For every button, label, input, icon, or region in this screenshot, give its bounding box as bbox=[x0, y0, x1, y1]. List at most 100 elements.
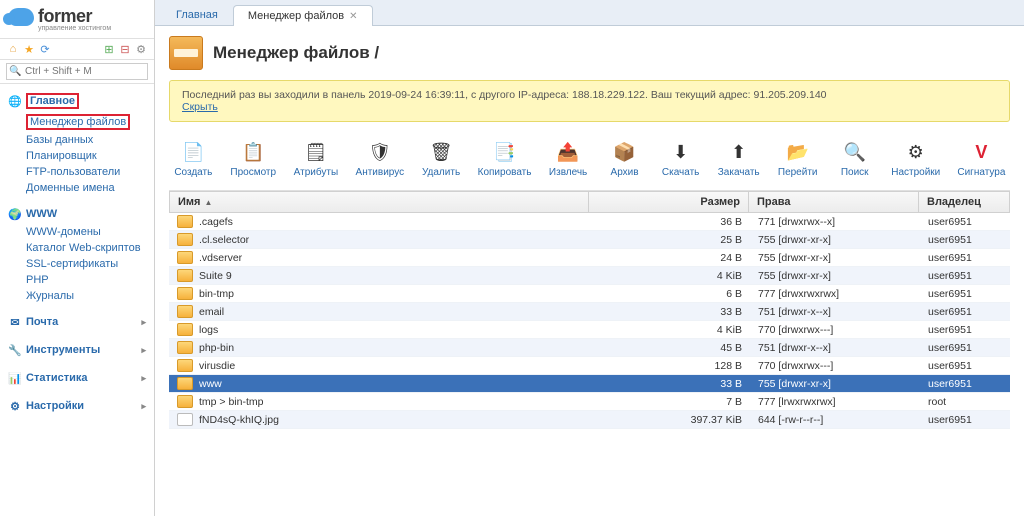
folder-icon bbox=[177, 377, 193, 390]
table-body: .cagefs36 B771 [drwxrwx--x]user6951.cl.s… bbox=[169, 213, 1010, 429]
table-row[interactable]: bin-tmp6 B777 [drwxrwxrwx]user6951 bbox=[169, 285, 1010, 303]
nav-www: 🌍 WWW WWW-домены Каталог Web-скриптов SS… bbox=[0, 204, 154, 304]
file-owner: user6951 bbox=[920, 214, 1010, 230]
download-icon: ⬇ bbox=[669, 140, 693, 164]
nav-stats-label: Статистика bbox=[26, 372, 88, 384]
nav-item-filemanager[interactable]: Менеджер файлов bbox=[20, 112, 154, 132]
tool-attrs[interactable]: 🗒Атрибуты bbox=[289, 138, 343, 180]
table-row[interactable]: virusdie128 B770 [drwxrwx---]user6951 bbox=[169, 357, 1010, 375]
tool-goto[interactable]: 📂Перейти bbox=[773, 138, 823, 180]
file-name: bin-tmp bbox=[199, 288, 234, 300]
search-input[interactable] bbox=[6, 63, 148, 80]
file-owner: user6951 bbox=[920, 232, 1010, 248]
tool-extract[interactable]: 📤Извлечь bbox=[544, 138, 593, 180]
nav-main-head[interactable]: 🌐 Главное bbox=[0, 90, 154, 112]
nav-www-head[interactable]: 🌍 WWW bbox=[0, 204, 154, 224]
tool-archive[interactable]: 📦Архив bbox=[601, 138, 649, 180]
file-perm: 644 [-rw-r--r--] bbox=[750, 412, 920, 428]
nav-tools-head[interactable]: 🔧 Инструменты ▸ bbox=[0, 340, 154, 360]
nav-item-php[interactable]: PHP bbox=[20, 272, 154, 288]
settings-tool-icon: ⚙ bbox=[904, 140, 928, 164]
tab-home[interactable]: Главная bbox=[161, 4, 233, 25]
search-tool-icon: 🔍 bbox=[843, 140, 867, 164]
tool-view[interactable]: 📋Просмотр bbox=[226, 138, 281, 180]
nav-settings-head[interactable]: ⚙ Настройки ▸ bbox=[0, 396, 154, 416]
table-row[interactable]: tmp > bin-tmp7 B777 [lrwxrwxrwx]root bbox=[169, 393, 1010, 411]
content: Менеджер файлов / Последний раз вы заход… bbox=[155, 26, 1024, 516]
file-perm: 755 [drwxr-xr-x] bbox=[750, 376, 920, 392]
table-header: Имя ▲ Размер Права Владелец bbox=[169, 191, 1010, 213]
tool-delete[interactable]: 🗑Удалить bbox=[417, 138, 466, 180]
tool-settings[interactable]: ⚙Настройки bbox=[887, 138, 945, 180]
tool-copy[interactable]: 📑Копировать bbox=[473, 138, 535, 180]
file-perm: 771 [drwxrwx--x] bbox=[750, 214, 920, 230]
table-row[interactable]: .vdserver24 B755 [drwxr-xr-x]user6951 bbox=[169, 249, 1010, 267]
tool-download[interactable]: ⬇Скачать bbox=[657, 138, 705, 180]
create-icon: 📄 bbox=[181, 140, 205, 164]
file-name: email bbox=[199, 306, 224, 318]
signature-icon: V bbox=[969, 140, 993, 164]
home-icon[interactable]: ⌂ bbox=[6, 42, 20, 56]
settings-icon: ⚙ bbox=[8, 399, 22, 413]
table-row[interactable]: php-bin45 B751 [drwxr-x--x]user6951 bbox=[169, 339, 1010, 357]
folder-icon bbox=[177, 251, 193, 264]
close-icon[interactable]: ✕ bbox=[349, 11, 357, 22]
tool-signature[interactable]: VСигнатура bbox=[953, 138, 1010, 180]
col-owner[interactable]: Владелец bbox=[919, 192, 1009, 212]
view-icon: 📋 bbox=[241, 140, 265, 164]
tabs: Главная Менеджер файлов ✕ bbox=[155, 0, 1024, 26]
file-owner: user6951 bbox=[920, 358, 1010, 374]
nav-item-ftp[interactable]: FTP-пользователи bbox=[20, 164, 154, 180]
minus-icon[interactable]: ⊟ bbox=[118, 42, 132, 56]
table-row[interactable]: email33 B751 [drwxr-x--x]user6951 bbox=[169, 303, 1010, 321]
table-row[interactable]: .cl.selector25 B755 [drwxr-xr-x]user6951 bbox=[169, 231, 1010, 249]
notice-hide-link[interactable]: Скрыть bbox=[182, 101, 218, 113]
nav-item-domains[interactable]: Доменные имена bbox=[20, 180, 154, 196]
nav-item-databases[interactable]: Базы данных bbox=[20, 132, 154, 148]
nav-item-wwwdomains[interactable]: WWW-домены bbox=[20, 224, 154, 240]
refresh-icon[interactable]: ⟳ bbox=[38, 42, 52, 56]
plus-icon[interactable]: ⊞ bbox=[102, 42, 116, 56]
tool-antivirus[interactable]: 🛡Антивирус bbox=[351, 138, 409, 180]
file-owner: user6951 bbox=[920, 412, 1010, 428]
folder-icon bbox=[177, 323, 193, 336]
tool-upload[interactable]: ⬆Закачать bbox=[713, 138, 765, 180]
search-icon: 🔍 bbox=[9, 66, 21, 77]
chevron-right-icon: ▸ bbox=[141, 345, 146, 356]
file-name: virusdie bbox=[199, 360, 235, 372]
col-name[interactable]: Имя ▲ bbox=[170, 192, 589, 212]
nav-item-scheduler[interactable]: Планировщик bbox=[20, 148, 154, 164]
file-owner: user6951 bbox=[920, 304, 1010, 320]
nav-item-logs[interactable]: Журналы bbox=[20, 288, 154, 304]
nav-mail-head[interactable]: ✉ Почта ▸ bbox=[0, 312, 154, 332]
folder-icon bbox=[177, 233, 193, 246]
table-row[interactable]: logs4 KiB770 [drwxrwx---]user6951 bbox=[169, 321, 1010, 339]
nav-item-webscripts[interactable]: Каталог Web-скриптов bbox=[20, 240, 154, 256]
chevron-right-icon: ▸ bbox=[141, 401, 146, 412]
folder-icon bbox=[177, 359, 193, 372]
table-row[interactable]: www33 B755 [drwxr-xr-x]user6951 bbox=[169, 375, 1010, 393]
table-row[interactable]: fND4sQ-khIQ.jpg397.37 KiB644 [-rw-r--r--… bbox=[169, 411, 1010, 429]
file-perm: 755 [drwxr-xr-x] bbox=[750, 268, 920, 284]
nav-stats-head[interactable]: 📊 Статистика ▸ bbox=[0, 368, 154, 388]
logo-area: former управление хостингом bbox=[0, 0, 154, 38]
tool-search[interactable]: 🔍Поиск bbox=[831, 138, 879, 180]
file-name: php-bin bbox=[199, 342, 234, 354]
www-icon: 🌍 bbox=[8, 207, 22, 221]
star-icon[interactable]: ★ bbox=[22, 42, 36, 56]
file-perm: 777 [drwxrwxrwx] bbox=[750, 286, 920, 302]
file-owner: user6951 bbox=[920, 268, 1010, 284]
col-size[interactable]: Размер bbox=[589, 192, 749, 212]
goto-icon: 📂 bbox=[786, 140, 810, 164]
file-size: 24 B bbox=[590, 250, 750, 266]
tool-create[interactable]: 📄Создать bbox=[169, 138, 218, 180]
gear-icon[interactable]: ⚙ bbox=[134, 42, 148, 56]
notice-text: Последний раз вы заходили в панель 2019-… bbox=[182, 89, 827, 101]
file-owner: user6951 bbox=[920, 376, 1010, 392]
table-row[interactable]: .cagefs36 B771 [drwxrwx--x]user6951 bbox=[169, 213, 1010, 231]
nav-item-ssl[interactable]: SSL-сертификаты bbox=[20, 256, 154, 272]
table-row[interactable]: Suite 94 KiB755 [drwxr-xr-x]user6951 bbox=[169, 267, 1010, 285]
file-name: .cl.selector bbox=[199, 234, 249, 246]
tab-filemanager[interactable]: Менеджер файлов ✕ bbox=[233, 5, 373, 26]
col-perm[interactable]: Права bbox=[749, 192, 919, 212]
